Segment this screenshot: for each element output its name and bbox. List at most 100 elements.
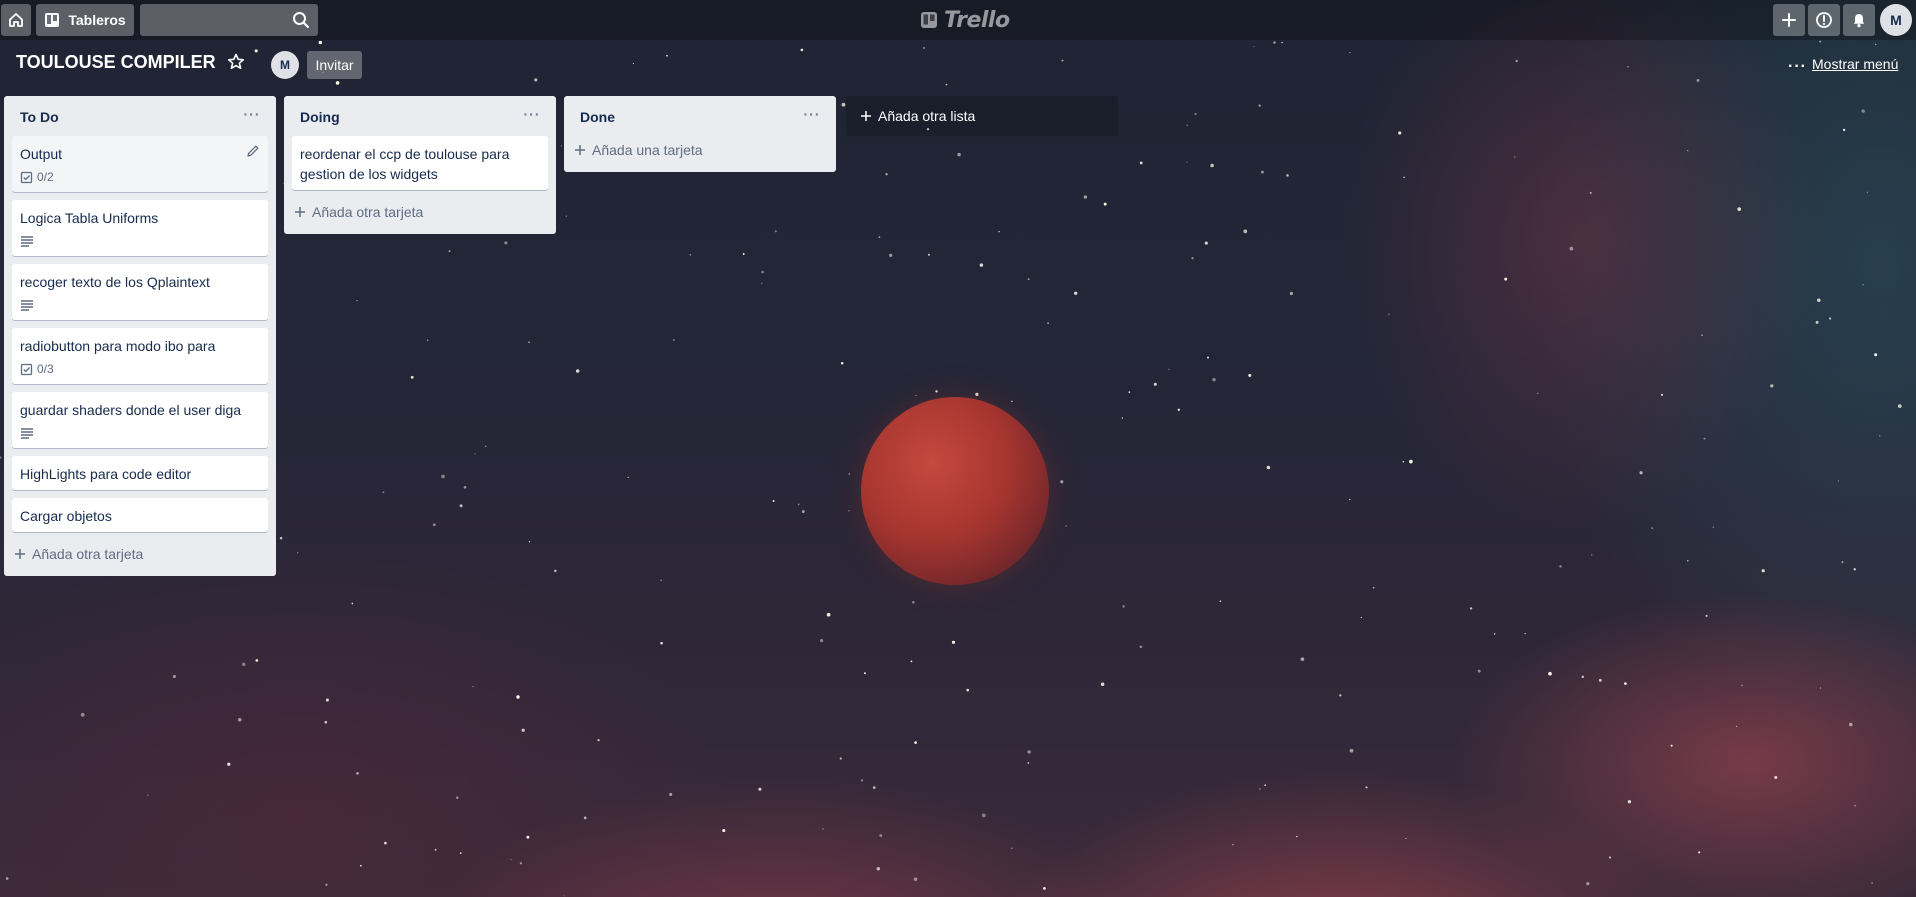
boards-button[interactable]: Tableros [36,4,134,36]
add-card-label: Añada una tarjeta [592,142,703,158]
star [1372,586,1375,589]
star [237,718,242,722]
star [860,779,864,782]
card[interactable]: Cargar objetos [12,498,268,532]
list-menu-icon[interactable]: ··· [522,106,542,122]
add-card-button[interactable]: Añada otra tarjeta [292,198,548,226]
star [1608,856,1612,859]
star [172,674,176,679]
star [935,390,938,393]
star [1027,762,1030,764]
star [1349,748,1354,753]
member-avatar[interactable]: M [271,51,299,79]
star [147,794,149,796]
star [848,473,850,475]
star [912,601,915,604]
list-title[interactable]: Doing [300,109,340,125]
star [1660,393,1664,396]
star [5,877,9,880]
star [1862,284,1864,286]
star [1286,174,1289,177]
create-button[interactable] [1773,4,1805,36]
list-header: Doing ··· [292,96,548,136]
star [1761,569,1765,573]
description-icon [21,236,33,247]
star [1515,59,1518,63]
star [297,552,299,554]
star [1548,671,1552,676]
list-header: To Do ··· [12,96,268,136]
card[interactable]: reordenar el ccp de toulouse para gestio… [292,136,548,190]
show-menu-link[interactable]: Mostrar menú [1812,56,1898,72]
card-title: Output [20,146,63,162]
star [669,792,673,796]
star [632,63,634,65]
star [1405,837,1407,840]
boards-icon [45,13,60,27]
bell-icon [1853,14,1865,28]
list-title[interactable]: To Do [20,109,59,125]
list-doing: Doing ··· reordenar el ccp de toulouse p… [284,96,556,234]
star [1837,480,1839,482]
checklist-icon [20,363,33,375]
star [1210,163,1214,168]
star [485,445,487,447]
invite-button[interactable]: Invitar [307,51,362,79]
pencil-icon[interactable] [246,144,260,158]
card[interactable]: HighLights para code editor [12,456,268,490]
notifications-button[interactable] [1843,4,1875,36]
card[interactable]: radiobutton para modo ibo para 0/3 [12,328,268,384]
list-menu-icon[interactable]: ··· [802,106,822,122]
star [945,83,948,86]
star [1349,51,1351,54]
star [1569,246,1574,251]
card[interactable]: Logica Tabla Uniforms [12,200,268,256]
add-card-button[interactable]: Añada otra tarjeta [12,540,268,568]
star [1687,150,1689,152]
add-card-button[interactable]: Añada una tarjeta [572,136,828,164]
star [382,491,385,494]
star [434,848,437,851]
card[interactable]: recoger texto de los Qplaintext [12,264,268,320]
star [914,741,917,744]
star [1651,527,1654,530]
star [325,883,328,886]
checklist-icon [20,171,33,183]
star-icon[interactable] [226,52,246,72]
user-avatar[interactable]: M [1880,4,1912,36]
star [227,762,231,766]
home-button[interactable] [1,4,31,36]
star [519,862,523,865]
star [1260,170,1264,174]
star [1504,277,1508,281]
list-title[interactable]: Done [580,109,615,125]
list-menu-icon[interactable]: ··· [242,106,262,122]
star [1828,317,1832,320]
star [998,230,1000,233]
star [627,476,629,479]
star [554,569,557,573]
star [463,486,467,489]
star [801,510,805,514]
star [863,672,866,675]
star [1365,786,1368,789]
more-dots-icon[interactable]: ··· [1788,58,1807,76]
star [242,662,246,666]
board-title[interactable]: TOULOUSE COMPILER [16,52,216,73]
star [1875,43,1877,46]
star [839,757,842,760]
trello-logo[interactable]: Trello [920,8,1010,33]
search-icon[interactable] [292,11,310,29]
star [1815,320,1819,324]
star [876,867,881,871]
star [1264,784,1267,787]
card[interactable]: Output 0/2 [12,136,268,192]
card[interactable]: guardar shaders donde el user diga [12,392,268,448]
card-badges [20,232,260,250]
star [1696,78,1700,82]
info-button[interactable] [1808,4,1840,36]
star [1259,788,1261,790]
add-list-button[interactable]: Añada otra lista [846,96,1118,136]
star [1027,750,1031,754]
star [1281,41,1283,44]
